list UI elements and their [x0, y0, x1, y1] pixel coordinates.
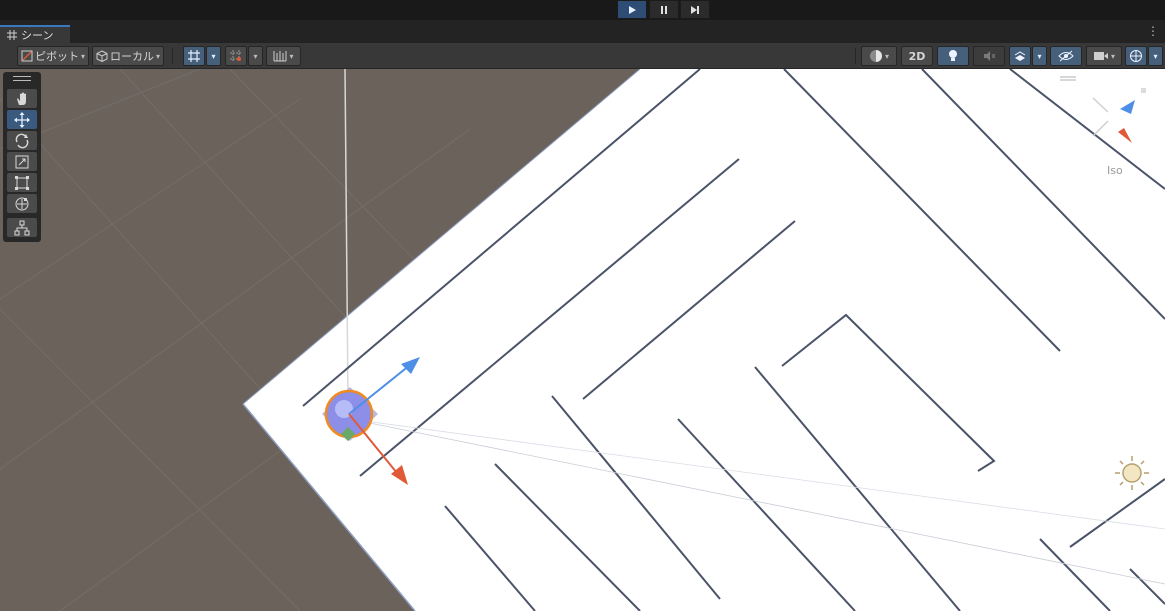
custom-tool-icon	[14, 220, 30, 235]
camera-dropdown[interactable]: ▾	[1086, 46, 1122, 66]
shading-mode-icon	[869, 50, 882, 62]
increment-snap-icon	[230, 50, 242, 62]
effects-dropdown[interactable]: ▾	[1032, 46, 1047, 66]
hand-tool[interactable]	[7, 89, 37, 108]
grid-icon	[7, 30, 17, 40]
gizmos-toggle[interactable]	[1125, 46, 1147, 66]
rotate-icon	[15, 133, 29, 148]
effects-icon	[1014, 51, 1026, 61]
lightbulb-icon	[949, 50, 957, 61]
ruler-icon	[273, 51, 287, 62]
grid-snap-icon	[188, 50, 200, 62]
projection-mode-label[interactable]: Iso	[1107, 164, 1123, 177]
cube-icon	[96, 50, 108, 62]
pause-icon	[661, 5, 667, 14]
chevron-down-icon: ▾	[1037, 51, 1042, 61]
pivot-label: ピボット	[34, 50, 79, 63]
pivot-icon	[21, 50, 33, 62]
play-icon	[629, 5, 636, 14]
chevron-down-icon: ▾	[289, 51, 294, 61]
increment-snap-toggle[interactable]	[225, 46, 247, 66]
step-icon	[691, 5, 699, 14]
rotate-tool[interactable]	[7, 131, 37, 150]
chevron-down-icon: ▾	[80, 51, 85, 61]
scene-viewport[interactable]: Iso	[0, 69, 1165, 611]
rect-icon	[15, 175, 29, 190]
tab-scene[interactable]: シーン	[0, 25, 70, 43]
transform-icon	[15, 197, 29, 210]
transform-tool[interactable]	[7, 194, 37, 213]
rect-tool[interactable]	[7, 173, 37, 192]
two-d-toggle[interactable]: 2D	[901, 46, 933, 66]
chevron-down-icon: ▾	[253, 51, 258, 61]
pivot-dropdown[interactable]: ピボット ▾	[17, 46, 89, 66]
visibility-icon	[1058, 50, 1074, 62]
local-dropdown[interactable]: ローカル ▾	[92, 46, 164, 66]
step-button[interactable]	[680, 0, 710, 19]
audio-mute-icon	[984, 51, 996, 61]
chevron-down-icon: ▾	[1110, 51, 1115, 61]
tool-palette	[3, 72, 41, 242]
camera-icon	[1093, 52, 1108, 60]
scale-icon	[15, 155, 29, 168]
toolbar-divider	[855, 48, 856, 64]
grid-snap-toggle[interactable]	[183, 46, 205, 66]
hand-icon	[17, 92, 26, 105]
ruler-dropdown[interactable]: ▾	[266, 46, 301, 66]
pause-button[interactable]	[649, 0, 679, 19]
scale-tool[interactable]	[7, 152, 37, 171]
palette-handle-line	[13, 80, 31, 81]
tab-scene-label: シーン	[21, 29, 54, 42]
lighting-toggle[interactable]	[937, 46, 969, 66]
chevron-down-icon: ▾	[884, 51, 889, 61]
chevron-down-icon: ▾	[155, 51, 160, 61]
chevron-down-icon: ▾	[211, 51, 216, 61]
gizmos-dropdown[interactable]: ▾	[1148, 46, 1163, 66]
effects-toggle[interactable]	[1009, 46, 1031, 66]
local-label: ローカル	[109, 50, 154, 63]
move-icon	[14, 111, 30, 128]
gizmos-icon	[1130, 50, 1142, 62]
grid-snap-dropdown[interactable]: ▾	[206, 46, 221, 66]
scene-toolbar: ピボット ▾ ローカル ▾ ▾ ▾ ▾ ▾ 2D ▾ ▾ ▾	[0, 43, 1165, 69]
vertical-ellipsis-icon[interactable]: ⋮	[1147, 24, 1159, 38]
move-tool[interactable]	[7, 110, 37, 129]
audio-toggle[interactable]	[973, 46, 1005, 66]
chevron-down-icon: ▾	[1153, 51, 1158, 61]
increment-snap-dropdown[interactable]: ▾	[248, 46, 263, 66]
play-button[interactable]	[617, 0, 647, 19]
hidden-objects-toggle[interactable]	[1050, 46, 1082, 66]
shading-mode-dropdown[interactable]: ▾	[861, 46, 897, 66]
custom-tool[interactable]	[7, 218, 37, 237]
play-bar	[0, 0, 1165, 20]
tab-bar: シーン ⋮	[0, 20, 1165, 43]
toolbar-divider	[172, 48, 173, 64]
scene-render	[0, 69, 1165, 611]
palette-handle-icon[interactable]	[13, 76, 31, 77]
